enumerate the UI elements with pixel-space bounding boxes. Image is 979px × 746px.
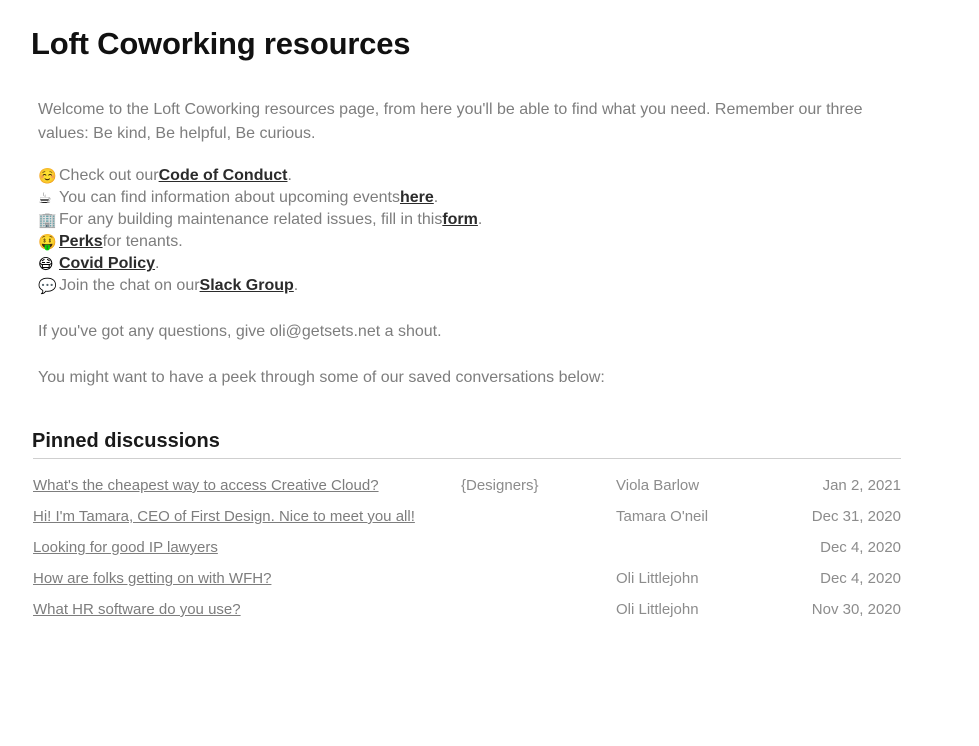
saved-conversations-paragraph: You might want to have a peek through so… [38,369,605,386]
intro-paragraph: Welcome to the Loft Coworking resources … [38,101,863,142]
resource-link-row: ☕ You can find information about upcoming… [38,187,918,209]
discussion-row: How are folks getting on with WFH? Oli Li… [33,563,901,594]
discussion-date: Dec 4, 2020 [820,570,901,587]
resource-link-slack-group[interactable]: Slack Group [200,275,294,297]
discussion-title-link[interactable]: Hi! I'm Tamara, CEO of First Design. Nic… [33,501,415,532]
discussion-date: Dec 4, 2020 [820,539,901,556]
discussion-title-link[interactable]: What's the cheapest way to access Creati… [33,470,379,501]
resource-link-text-before: Check out our [59,167,159,184]
resource-link-text-after: . [293,277,299,294]
resource-link-text-after: . [287,167,292,184]
discussion-date: Nov 30, 2020 [811,601,901,618]
smiling-face-emoji: ☺️ [38,167,57,185]
resource-link-perks[interactable]: Perks [59,231,103,253]
discussion-title-link[interactable]: How are folks getting on with WFH? [33,563,271,594]
office-building-emoji: 🏢 [38,211,57,229]
discussion-row: What HR software do you use? Oli Littlejo… [33,594,901,625]
resource-link-text-before: Join the chat on our [59,277,200,294]
resource-link-row: 🤑 Perks for tenants. [38,231,918,253]
resource-link-row: 🏢 For any building maintenance related is… [38,209,918,231]
resource-link-text-after: . [155,255,160,272]
speech-balloon-emoji: 💬 [38,277,57,295]
pinned-discussions-heading: Pinned discussions [32,430,220,452]
resource-link-form[interactable]: form [442,209,478,231]
money-mouth-face-emoji: 🤑 [38,233,57,251]
pinned-discussions-list: What's the cheapest way to access Creati… [33,470,901,625]
discussion-author: Viola Barlow [616,477,700,494]
discussion-author: Oli Littlejohn [616,570,699,587]
resource-link-text-before: For any building maintenance related iss… [59,211,443,228]
resource-link-here[interactable]: here [400,187,434,209]
resource-link-text-after: . [433,189,439,206]
resource-link-row: ☺️ Check out our Code of Conduct. [38,165,918,187]
resource-link-row: 💬 Join the chat on our Slack Group. [38,275,918,297]
resource-link-code-of-conduct[interactable]: Code of Conduct [159,165,288,187]
resources-page: Loft Coworking resources Welcome to the … [0,0,979,746]
resource-link-text-after: . [477,211,483,228]
discussion-row: Hi! I'm Tamara, CEO of First Design. Nic… [33,501,901,532]
discussion-date: Jan 2, 2021 [822,477,901,494]
discussion-date: Dec 31, 2020 [811,508,901,525]
discussion-title-link[interactable]: Looking for good IP lawyers [33,532,218,563]
page-title: Loft Coworking resources [31,26,411,61]
resource-link-row: 😷 Covid Policy. [38,253,918,275]
resource-link-text-after: for tenants. [102,233,183,250]
resource-link-text-before: You can find information about upcoming … [59,189,400,206]
resource-link-list: ☺️ Check out our Code of Conduct. ☕ You can… [38,165,918,297]
hot-beverage-emoji: ☕ [38,189,52,207]
face-with-medical-mask-emoji: 😷 [38,255,54,273]
discussion-tag: {Designers} [461,477,539,494]
discussion-author: Tamara O'neil [616,508,709,525]
discussion-row: What's the cheapest way to access Creati… [33,470,901,501]
resource-link-covid-policy[interactable]: Covid Policy [59,253,155,275]
discussion-title-link[interactable]: What HR software do you use? [33,594,241,625]
questions-paragraph: If you've got any questions, give oli@ge… [38,323,442,340]
discussion-author: Oli Littlejohn [616,601,699,618]
pinned-discussions-divider [33,458,901,459]
discussion-row: Looking for good IP lawyers Dec 4, 2020 [33,532,901,563]
